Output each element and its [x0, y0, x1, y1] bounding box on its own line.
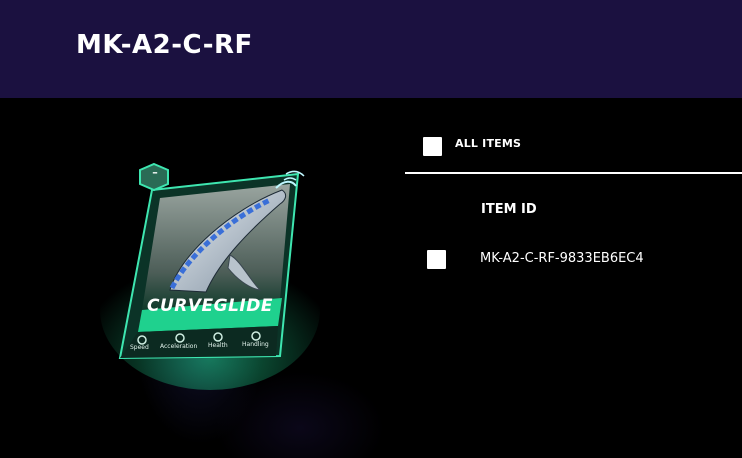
page-title: MK-A2-C-RF [76, 30, 253, 60]
stat-label-health: Health [208, 342, 228, 349]
select-all-label: ALL ITEMS [455, 137, 522, 150]
item-id-column-header: ITEM ID [481, 202, 537, 217]
stat-label-speed: Speed [130, 344, 149, 351]
item-id-cell: MK-A2-C-RF-9833EB6EC4 [480, 251, 644, 266]
page-header: MK-A2-C-RF [0, 0, 742, 98]
select-all-checkbox[interactable] [423, 137, 442, 156]
item-name: CURVEGLIDE [147, 296, 273, 316]
row-checkbox[interactable] [427, 250, 446, 269]
stat-label-handling: Handling [242, 341, 269, 348]
list-divider [405, 172, 742, 174]
rarity-badge-label: – [152, 166, 158, 179]
item-card[interactable]: – CURVEGLIDE Speed Acceleration Health H… [100, 160, 320, 390]
stat-label-acceleration: Acceleration [160, 343, 198, 350]
